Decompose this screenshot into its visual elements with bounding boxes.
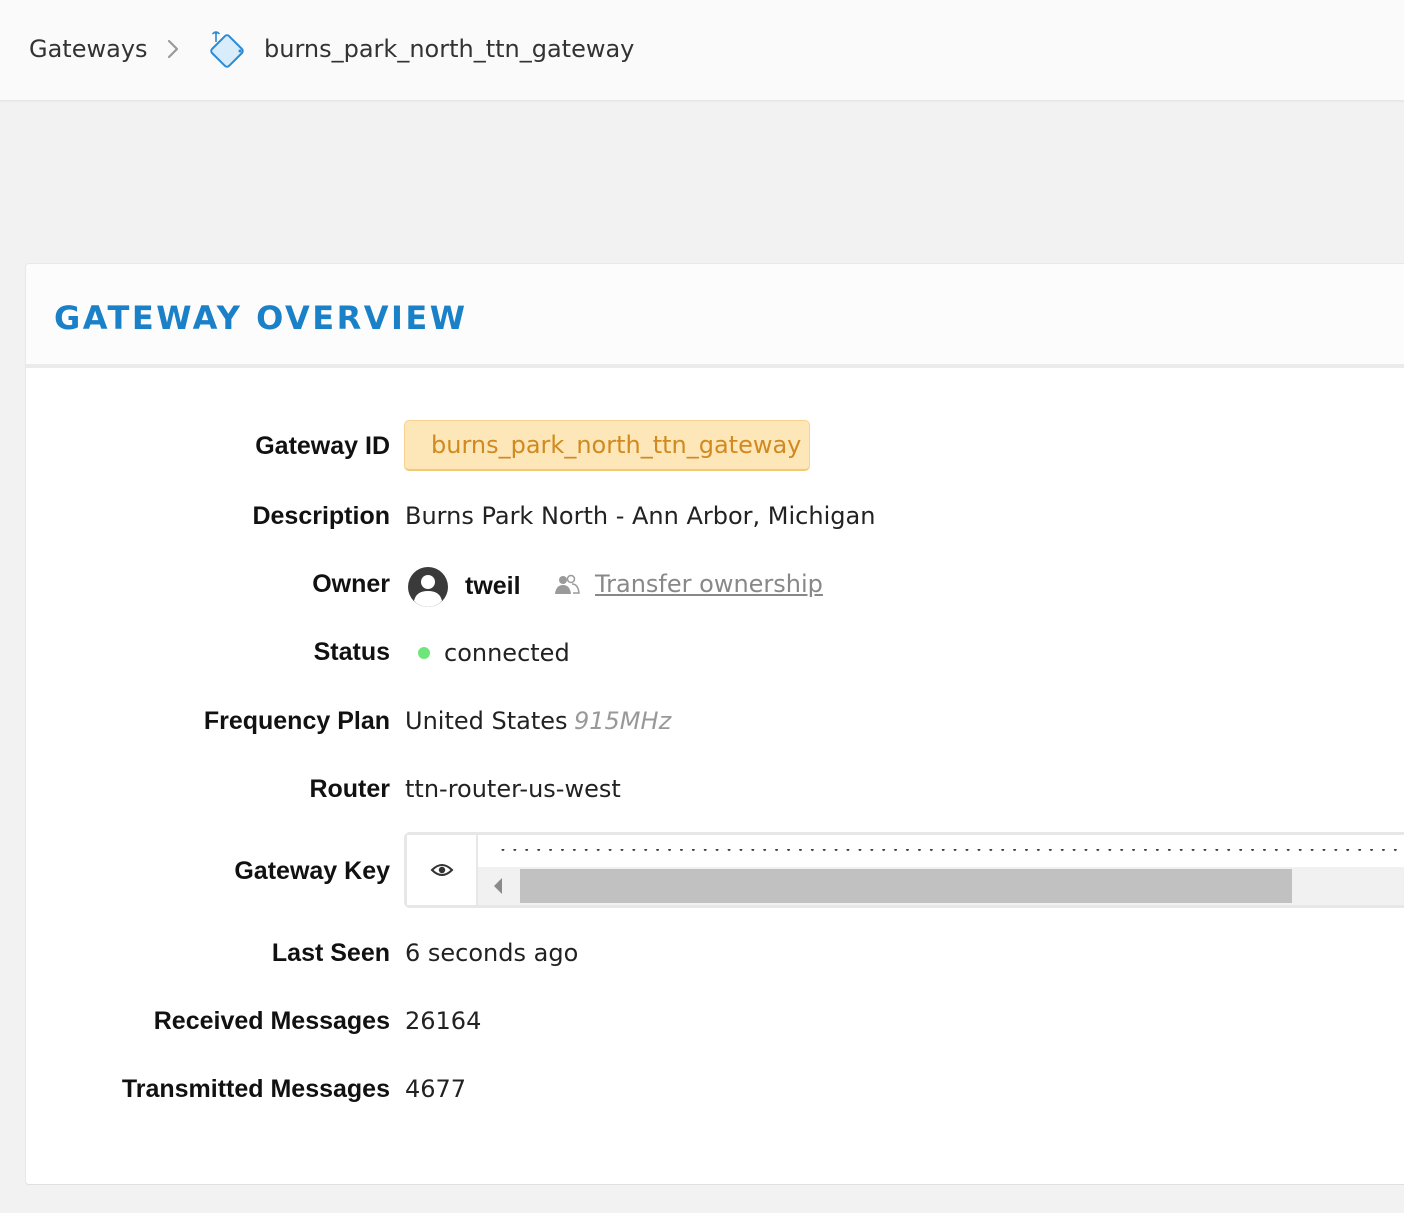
key-scrollbar[interactable] — [478, 867, 1404, 905]
gateway-icon — [210, 31, 244, 68]
transmitted-messages-label: Transmitted Messages — [121, 1075, 390, 1103]
router-value: ttn-router-us-west — [405, 775, 621, 803]
gateway-key-box: ••••••••••••••••••••••••••••••••••••••••… — [404, 832, 1404, 908]
users-icon — [555, 574, 580, 594]
last-seen-value: 6 seconds ago — [405, 939, 579, 967]
gateway-key-masked: ••••••••••••••••••••••••••••••••••••••••… — [500, 849, 1400, 853]
top-bar: Gateways burns_park_north_ttn_gateway — [0, 0, 1404, 101]
breadcrumb-current: burns_park_north_ttn_gateway — [264, 35, 635, 63]
gateway-id-badge: burns_park_north_ttn_gateway — [404, 420, 810, 471]
received-messages-label: Received Messages — [153, 1007, 390, 1035]
description-label: Description — [252, 502, 390, 530]
frequency-plan-mhz: 915MHz — [574, 707, 672, 735]
gateway-key-label: Gateway Key — [234, 857, 390, 885]
gateway-id-value: burns_park_north_ttn_gateway — [431, 431, 802, 459]
frequency-plan-value: United States — [405, 707, 568, 735]
breadcrumb-gateways-link[interactable]: Gateways — [29, 33, 148, 65]
gateway-id-label: Gateway ID — [255, 432, 390, 460]
card-header: GATEWAY OVERVIEW — [26, 264, 1404, 368]
chevron-right-icon — [167, 39, 179, 59]
frequency-plan-label: Frequency Plan — [203, 707, 390, 735]
section-title: GATEWAY OVERVIEW — [54, 299, 468, 337]
last-seen-label: Last Seen — [271, 939, 390, 967]
key-scrollbar-thumb[interactable] — [520, 869, 1292, 903]
owner-name: tweil — [465, 572, 521, 600]
reveal-key-button[interactable] — [407, 835, 478, 905]
transfer-ownership-link[interactable]: Transfer ownership — [595, 569, 823, 599]
router-label: Router — [309, 775, 390, 803]
eye-icon — [430, 864, 454, 876]
description-value: Burns Park North - Ann Arbor, Michigan — [405, 502, 876, 530]
transmitted-messages-value: 4677 — [405, 1075, 467, 1103]
user-avatar-icon — [408, 567, 448, 607]
status-label: Status — [313, 638, 390, 666]
scroll-left-icon[interactable] — [492, 877, 504, 895]
status-indicator — [418, 647, 430, 659]
received-messages-value: 26164 — [405, 1007, 482, 1035]
owner-label: Owner — [312, 570, 390, 598]
gateway-key-field[interactable]: ••••••••••••••••••••••••••••••••••••••••… — [478, 835, 1404, 905]
status-value: connected — [444, 639, 570, 667]
